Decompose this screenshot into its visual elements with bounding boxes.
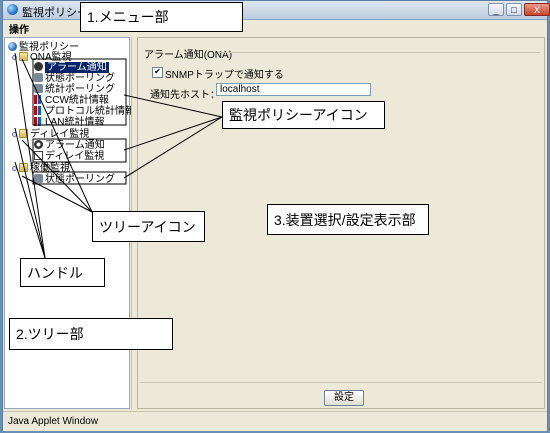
section-title: アラーム通知(ONA) — [144, 50, 233, 61]
delay-icon — [34, 151, 43, 160]
tree-item-label: プロトコル統計情報 — [45, 106, 135, 117]
host-label: 通知先ホスト： — [150, 90, 220, 101]
tree-item-delay-monitor[interactable]: ディレイ監視 — [34, 151, 104, 162]
tree-item-label: LAN統計情報 — [45, 117, 105, 128]
tree-item-uptime-poll[interactable]: 状態ポーリング — [34, 174, 115, 185]
tree-item-status-poll[interactable]: 状態ポーリング — [34, 73, 115, 84]
tree-item-label: アラーム通知 — [45, 140, 105, 151]
statistics-icon — [34, 106, 43, 115]
callout-policy-icon: 監視ポリシーアイコン — [222, 101, 385, 129]
minimize-button[interactable]: _ — [488, 3, 504, 16]
app-globe-icon — [7, 4, 18, 15]
tree-item-stat-poll[interactable]: 統計ポーリング — [34, 84, 115, 95]
callout-handle: ハンドル — [20, 258, 105, 287]
folder-icon — [19, 129, 28, 138]
polling-icon — [34, 84, 43, 93]
tree-handle[interactable] — [12, 55, 17, 60]
tree-group-label: ディレイ監視 — [30, 129, 90, 140]
callout-tree-icon: ツリーアイコン — [92, 211, 205, 242]
window-title: 監視ポリシー — [22, 7, 88, 19]
tree-group-delay[interactable]: ディレイ監視 — [19, 129, 89, 140]
tree-item-alarm[interactable]: アラーム通知 — [34, 62, 109, 73]
menu-operation[interactable]: 操作 — [9, 21, 29, 36]
alarm-icon — [34, 140, 43, 149]
callout-device-select: 3.装置選択/設定表示部 — [267, 204, 429, 235]
tree-item-label: CCW統計情報 — [45, 95, 109, 106]
bottom-divider — [140, 382, 542, 383]
alarm-icon — [34, 62, 43, 71]
polling-icon — [34, 73, 43, 82]
tree-item-ccw[interactable]: CCW統計情報 — [34, 95, 109, 106]
tree-item-label: 状態ポーリング — [45, 73, 115, 84]
folder-icon — [19, 163, 28, 172]
tree-handle[interactable] — [12, 166, 17, 171]
tree-item-lan[interactable]: LAN統計情報 — [34, 117, 104, 128]
close-button[interactable]: X — [524, 3, 550, 16]
section-divider — [218, 52, 540, 53]
statistics-icon — [34, 117, 43, 126]
callout-menu: 1.メニュー部 — [80, 2, 243, 32]
snmp-checkbox[interactable]: ✔ — [152, 67, 163, 78]
tree-item-label: ディレイ監視 — [45, 151, 105, 162]
folder-icon — [19, 52, 28, 61]
tree-group-uptime[interactable]: 稼働監視 — [19, 163, 70, 174]
snmp-checkbox-label: SNMPトラップで通知する — [165, 70, 284, 81]
set-button[interactable]: 設定 — [324, 390, 364, 406]
host-input[interactable]: localhost — [216, 83, 371, 96]
maximize-button[interactable]: □ — [506, 3, 522, 16]
tree-item-delay-alarm[interactable]: アラーム通知 — [34, 140, 105, 151]
tree-item-protocol[interactable]: プロトコル統計情報 — [34, 106, 135, 117]
tree-item-label: 統計ポーリング — [45, 84, 115, 95]
status-text: Java Applet Window — [8, 416, 99, 427]
status-bar: Java Applet Window — [3, 411, 547, 431]
tree-group-label: 稼働監視 — [30, 163, 70, 174]
callout-tree: 2.ツリー部 — [9, 318, 173, 350]
tree-handle[interactable] — [12, 132, 17, 137]
tree-item-label: 状態ポーリング — [45, 174, 115, 185]
statistics-icon — [34, 95, 43, 104]
tree-item-label: アラーム通知 — [45, 62, 109, 73]
globe-icon — [8, 42, 17, 51]
polling-icon — [34, 174, 43, 183]
